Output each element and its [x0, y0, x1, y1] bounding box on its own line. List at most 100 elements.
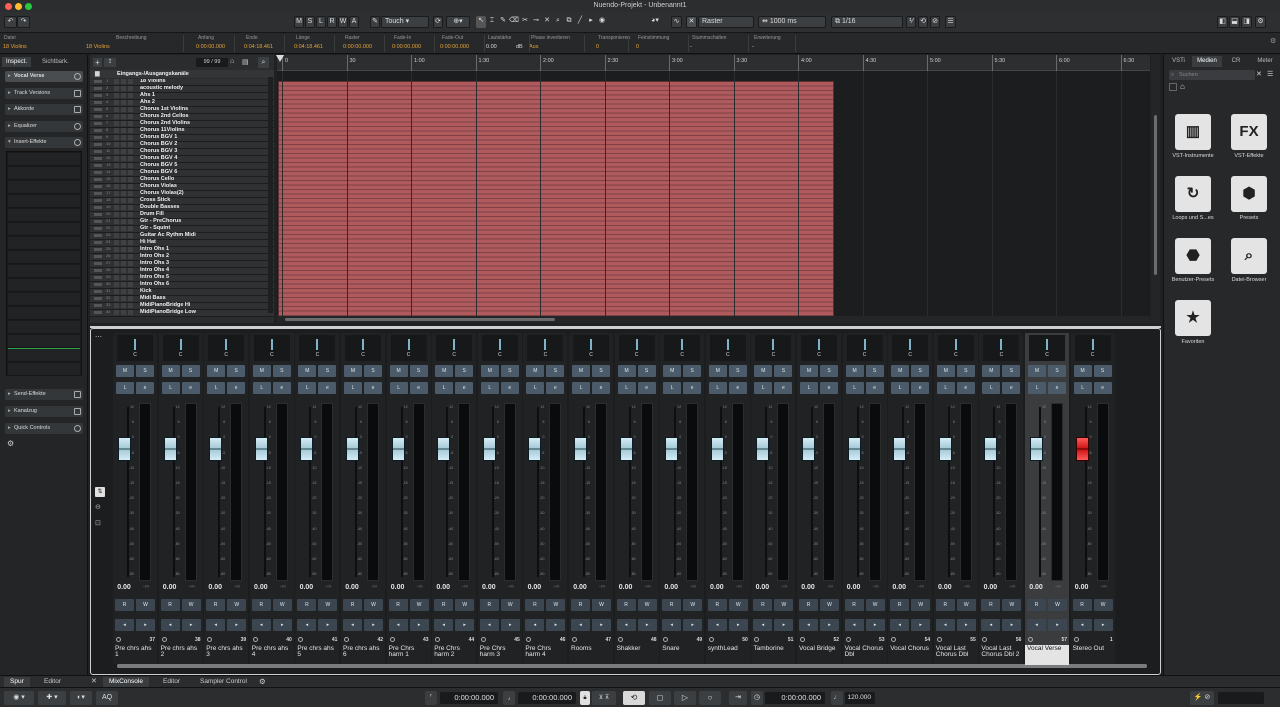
solo-toggle[interactable]	[121, 303, 126, 308]
channel-name[interactable]: Vocal Last Chorus Dbl	[934, 645, 978, 665]
monitor-icon[interactable]	[1073, 637, 1079, 642]
track-row[interactable]: 20 Drum Fill	[90, 211, 274, 219]
read-automation-button[interactable]: R	[297, 599, 317, 611]
mute-button[interactable]: M	[116, 365, 134, 377]
solo-toggle[interactable]	[121, 184, 126, 189]
bypass-inserts-icon[interactable]: ◂	[844, 619, 864, 631]
mute-button[interactable]: M	[936, 365, 955, 377]
back-icon[interactable]	[1169, 83, 1177, 91]
inspector-section-chords[interactable]: ▸ Akkorde	[5, 104, 83, 115]
glue-icon[interactable]: ⊸	[531, 16, 541, 28]
tab-visibility[interactable]: Sichtbark.	[38, 57, 73, 67]
tab-editor[interactable]: Editor	[157, 677, 186, 687]
bypass-inserts-icon[interactable]: ◂	[662, 619, 682, 631]
pan-control[interactable]: C	[1029, 335, 1065, 361]
info-value[interactable]: -	[690, 44, 692, 50]
quantize-apply-icon[interactable]: ⅟	[906, 16, 916, 28]
solo-toggle[interactable]	[121, 149, 126, 154]
info-value[interactable]: 0:00:00.000	[440, 44, 469, 50]
mute-button[interactable]: M	[572, 365, 590, 377]
inspector-section-channel-strip[interactable]: ▸ Kanalzug	[5, 406, 83, 417]
mute-button[interactable]: M	[891, 365, 910, 377]
solo-toggle[interactable]	[121, 114, 126, 119]
read-automation-button[interactable]: R	[571, 599, 590, 611]
solo-toggle[interactable]	[121, 212, 126, 217]
bypass-inserts-icon[interactable]: ◂	[1027, 619, 1046, 631]
solo-button[interactable]: S	[272, 365, 291, 377]
write-automation-button[interactable]: W	[774, 599, 794, 611]
tab-mixconsole[interactable]: MixConsole	[103, 677, 149, 687]
solo-button[interactable]: S	[1002, 365, 1021, 377]
insert-slot[interactable]	[8, 335, 80, 348]
read-toggle[interactable]	[128, 205, 133, 210]
solo-toggle[interactable]	[121, 275, 126, 280]
mute-toggle[interactable]	[114, 247, 119, 252]
media-item-loop[interactable]: ↻ Loops und S...es	[1167, 176, 1219, 221]
eq-icon[interactable]: ▸	[136, 619, 155, 631]
insert-slot[interactable]	[8, 181, 80, 194]
mixer-menu-icon[interactable]: ⋯	[95, 333, 107, 341]
listen-button[interactable]: L	[1028, 382, 1046, 394]
mute-toggle[interactable]	[114, 296, 119, 301]
solo-toggle[interactable]	[121, 142, 126, 147]
mute-button[interactable]: M	[389, 365, 408, 377]
info-value[interactable]: 18 Violins	[3, 44, 27, 50]
mute-toggle[interactable]	[114, 268, 119, 273]
read-toggle[interactable]	[128, 261, 133, 266]
pan-control[interactable]: C	[937, 335, 974, 361]
grid-snap-icon[interactable]: ✕	[686, 16, 697, 28]
read-toggle[interactable]	[128, 212, 133, 217]
solo-button[interactable]: S	[865, 365, 884, 377]
mute-toggle[interactable]	[114, 135, 119, 140]
solo-button[interactable]: S	[1093, 365, 1112, 377]
monitor-icon[interactable]	[298, 637, 304, 642]
channel-name[interactable]: Rooms	[569, 645, 613, 665]
read-toggle[interactable]	[128, 219, 133, 224]
channel-name[interactable]: Pre chrs ahs 2	[159, 645, 203, 665]
bypass-inserts-icon[interactable]: ◂	[388, 619, 408, 631]
solo-button[interactable]: S	[1048, 365, 1066, 377]
listen-button[interactable]: L	[480, 382, 499, 394]
volume-fader[interactable]	[254, 437, 268, 461]
read-automation-button[interactable]: R	[388, 599, 408, 611]
edit-channel-icon[interactable]: e	[820, 382, 838, 394]
bypass-inserts-icon[interactable]: ◂	[799, 619, 818, 631]
cursor-marker-icon[interactable]	[276, 55, 284, 62]
volume-value[interactable]: 0.00	[295, 584, 317, 591]
write-automation-button[interactable]: W	[546, 599, 566, 611]
eq-icon[interactable]: ▸	[546, 619, 566, 631]
edit-channel-icon[interactable]: e	[865, 382, 884, 394]
insert-slot[interactable]	[8, 307, 80, 320]
edit-channel-icon[interactable]: e	[1048, 382, 1066, 394]
performance-icon[interactable]: ◉ ▾	[4, 691, 34, 705]
volume-fader[interactable]	[574, 437, 587, 461]
solo-toggle[interactable]	[121, 261, 126, 266]
mute-toggle[interactable]	[114, 289, 119, 294]
punch-icon[interactable]: ⊻ ⊼	[592, 691, 616, 705]
mute-button[interactable]: M	[526, 365, 545, 377]
volume-fader[interactable]	[619, 437, 633, 461]
marker-icon[interactable]: ✚ ▾	[38, 691, 66, 705]
inspector-section-quick-controls[interactable]: ▸ Quick Controls	[5, 423, 83, 434]
listen-button[interactable]: L	[982, 382, 1001, 394]
mute-button[interactable]: M	[435, 365, 454, 377]
eq-icon[interactable]: ▸	[592, 619, 611, 631]
channel-name[interactable]: Shakker	[615, 645, 659, 665]
volume-value[interactable]: 0.00	[387, 584, 409, 591]
track-row[interactable]: 10 Chorus BGV 2	[90, 141, 274, 149]
read-automation-button[interactable]: R	[434, 599, 454, 611]
mute-toggle[interactable]	[114, 86, 119, 91]
mute-toggle[interactable]	[114, 261, 119, 266]
insert-slot[interactable]	[8, 293, 80, 306]
info-value[interactable]: 0:00:00.000	[196, 44, 225, 50]
bypass-inserts-icon[interactable]: ◂	[434, 619, 454, 631]
channel-name[interactable]: synthLead	[706, 645, 750, 665]
write-automation-button[interactable]: W	[911, 599, 931, 611]
solo-button[interactable]: S	[181, 365, 200, 377]
read-toggle[interactable]	[128, 240, 133, 245]
pan-control[interactable]: C	[755, 335, 792, 361]
mute-toggle[interactable]	[114, 254, 119, 259]
visibility-icon[interactable]: ▤	[242, 58, 249, 66]
write-automation-button[interactable]: W	[409, 599, 429, 611]
bypass-inserts-icon[interactable]: ◂	[251, 619, 271, 631]
